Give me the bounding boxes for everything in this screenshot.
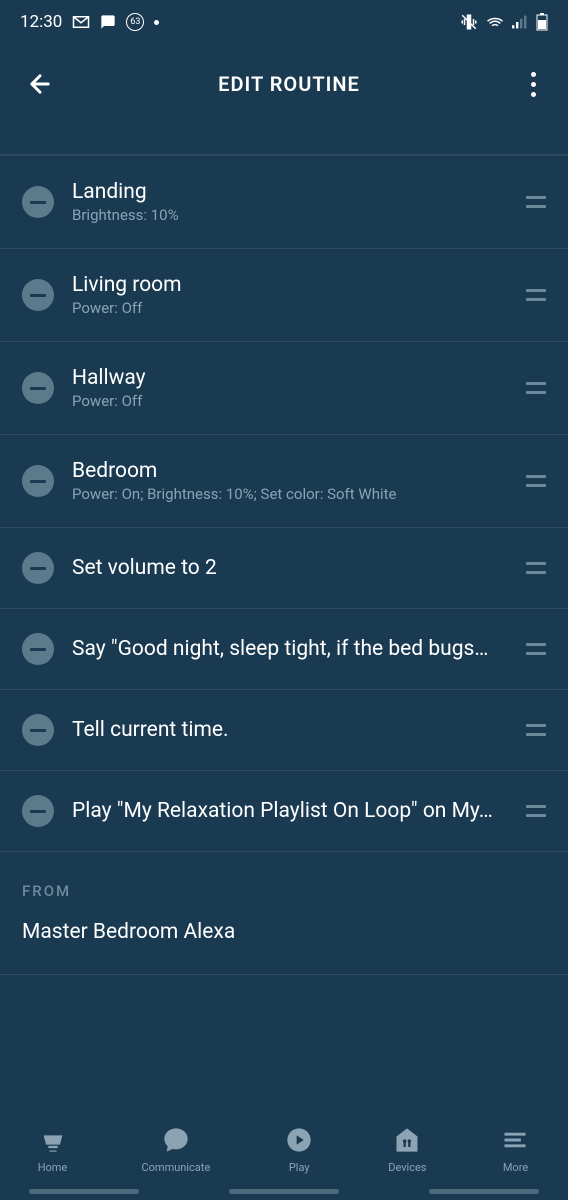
battery-icon (536, 13, 548, 31)
signal-icon (512, 15, 528, 29)
header: EDIT ROUTINE (0, 44, 568, 134)
action-item[interactable]: Tell current time. (0, 689, 568, 770)
action-text: Set volume to 2 (72, 556, 508, 580)
action-text: Hallway Power: Off (72, 366, 508, 410)
drag-handle-icon[interactable] (526, 643, 546, 655)
status-left: 12:30 63 (20, 12, 159, 32)
nav-communicate[interactable]: Communicate (142, 1124, 211, 1174)
actions-list: Landing Brightness: 10% Living room Power: … (0, 154, 568, 852)
wifi-icon (486, 15, 504, 29)
drag-handle-icon[interactable] (526, 805, 546, 817)
action-subtitle: Brightness: 10% (72, 206, 508, 224)
home-icon (37, 1124, 69, 1156)
status-bar: 12:30 63 (0, 0, 568, 44)
remove-action-button[interactable] (22, 714, 54, 746)
action-item[interactable]: Play "My Relaxation Playlist On Loop" on… (0, 770, 568, 852)
action-subtitle: Power: Off (72, 299, 508, 317)
action-text: Play "My Relaxation Playlist On Loop" on… (72, 799, 508, 823)
remove-action-button[interactable] (22, 372, 54, 404)
more-icon (499, 1124, 531, 1156)
remove-action-button[interactable] (22, 465, 54, 497)
action-title: Living room (72, 273, 508, 297)
action-subtitle: Power: Off (72, 392, 508, 410)
drag-handle-icon[interactable] (526, 475, 546, 487)
action-item[interactable]: Say "Good night, sleep tight, if the bed… (0, 608, 568, 689)
from-device[interactable]: Master Bedroom Alexa (0, 920, 568, 975)
communicate-icon (160, 1124, 192, 1156)
drag-handle-icon[interactable] (526, 382, 546, 394)
vibrate-icon (460, 13, 478, 31)
action-item[interactable]: Landing Brightness: 10% (0, 155, 568, 248)
remove-action-button[interactable] (22, 552, 54, 584)
action-item[interactable]: Set volume to 2 (0, 527, 568, 608)
action-text: Living room Power: Off (72, 273, 508, 317)
gmail-icon (72, 15, 90, 29)
action-text: Bedroom Power: On; Brightness: 10%; Set c… (72, 459, 508, 503)
action-title: Landing (72, 180, 508, 204)
nav-home[interactable]: Home (37, 1124, 69, 1174)
action-title: Tell current time. (72, 718, 508, 742)
remove-action-button[interactable] (22, 795, 54, 827)
more-options-button[interactable] (518, 64, 548, 104)
badge-icon: 63 (126, 13, 144, 31)
page-title: EDIT ROUTINE (218, 72, 360, 96)
nav-devices-label: Devices (388, 1161, 426, 1174)
remove-action-button[interactable] (22, 186, 54, 218)
action-title: Say "Good night, sleep tight, if the bed… (72, 637, 508, 661)
action-title: Set volume to 2 (72, 556, 508, 580)
action-text: Say "Good night, sleep tight, if the bed… (72, 637, 508, 661)
nav-home-label: Home (38, 1161, 68, 1174)
from-section-label: FROM (0, 852, 568, 920)
remove-action-button[interactable] (22, 633, 54, 665)
drag-handle-icon[interactable] (526, 724, 546, 736)
drag-handle-icon[interactable] (526, 562, 546, 574)
action-item[interactable]: Bedroom Power: On; Brightness: 10%; Set c… (0, 434, 568, 527)
devices-icon (391, 1124, 423, 1156)
status-right (460, 13, 548, 31)
nav-devices[interactable]: Devices (388, 1124, 426, 1174)
nav-more[interactable]: More (499, 1124, 531, 1174)
nav-more-label: More (503, 1161, 528, 1174)
gesture-bar (0, 1189, 568, 1194)
bottom-nav: Home Communicate Play Devices More (0, 1110, 568, 1200)
action-item[interactable]: Living room Power: Off (0, 248, 568, 341)
back-button[interactable] (20, 64, 60, 104)
status-time: 12:30 (20, 12, 62, 32)
nav-play-label: Play (289, 1161, 310, 1174)
action-text: Landing Brightness: 10% (72, 180, 508, 224)
action-subtitle: Power: On; Brightness: 10%; Set color: S… (72, 485, 508, 503)
nav-play[interactable]: Play (283, 1124, 315, 1174)
action-title: Hallway (72, 366, 508, 390)
action-title: Play "My Relaxation Playlist On Loop" on… (72, 799, 508, 823)
action-item[interactable]: Hallway Power: Off (0, 341, 568, 434)
nav-communicate-label: Communicate (142, 1161, 211, 1174)
message-icon (100, 14, 116, 30)
dot-icon (154, 20, 159, 25)
action-title: Bedroom (72, 459, 508, 483)
action-text: Tell current time. (72, 718, 508, 742)
remove-action-button[interactable] (22, 279, 54, 311)
drag-handle-icon[interactable] (526, 196, 546, 208)
play-icon (283, 1124, 315, 1156)
drag-handle-icon[interactable] (526, 289, 546, 301)
